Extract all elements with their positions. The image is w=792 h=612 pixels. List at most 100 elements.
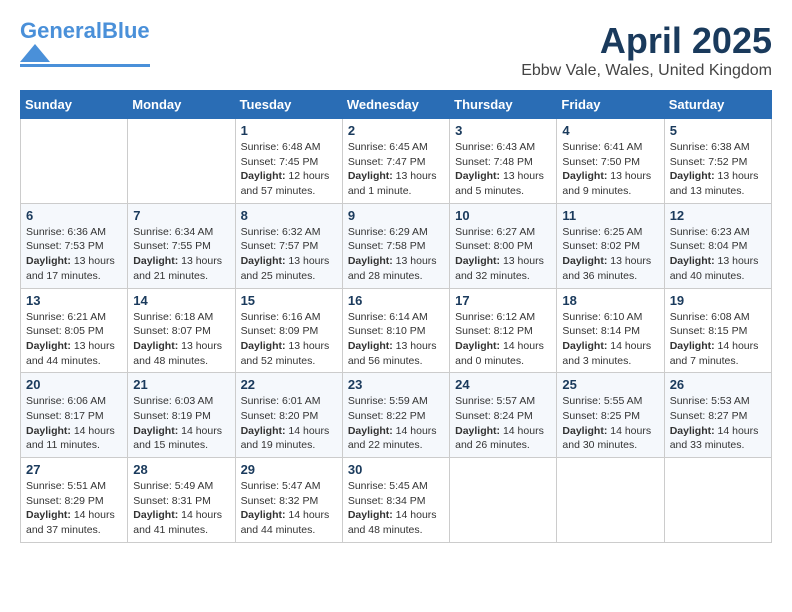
day-number: 9 [348,208,444,223]
calendar-cell: 29 Sunrise: 5:47 AMSunset: 8:32 PMDayligh… [235,458,342,543]
day-number: 25 [562,377,658,392]
day-number: 18 [562,293,658,308]
calendar-cell: 16Sunrise: 6:14 AMSunset: 8:10 PMDayligh… [342,288,449,373]
day-info: Sunrise: 6:45 AMSunset: 7:47 PMDaylight:… [348,140,444,199]
day-number: 29 [241,462,337,477]
calendar-body: 1 Sunrise: 6:48 AMSunset: 7:45 PMDaylight… [21,119,772,543]
day-info: Sunrise: 6:43 AMSunset: 7:48 PMDaylight:… [455,140,551,199]
calendar-table: SundayMondayTuesdayWednesdayThursdayFrid… [20,90,772,543]
day-number: 3 [455,123,551,138]
calendar-cell: 24 Sunrise: 5:57 AMSunset: 8:24 PMDayligh… [450,373,557,458]
day-info: Sunrise: 6:08 AMSunset: 8:15 PMDaylight:… [670,310,766,369]
weekday-header-friday: Friday [557,91,664,119]
day-info: Sunrise: 6:16 AMSunset: 8:09 PMDaylight:… [241,310,337,369]
day-info: Sunrise: 6:06 AMSunset: 8:17 PMDaylight:… [26,394,122,453]
day-info: Sunrise: 6:36 AMSunset: 7:53 PMDaylight:… [26,225,122,284]
calendar-cell: 13 Sunrise: 6:21 AMSunset: 8:05 PMDayligh… [21,288,128,373]
day-number: 22 [241,377,337,392]
calendar-cell: 5 Sunrise: 6:38 AMSunset: 7:52 PMDaylight… [664,119,771,204]
calendar-cell: 23Sunrise: 5:59 AMSunset: 8:22 PMDayligh… [342,373,449,458]
day-info: Sunrise: 5:55 AMSunset: 8:25 PMDaylight:… [562,394,658,453]
logo-text: GeneralBlue [20,20,150,42]
week-row-2: 6Sunrise: 6:36 AMSunset: 7:53 PMDaylight… [21,203,772,288]
day-info: Sunrise: 5:57 AMSunset: 8:24 PMDaylight:… [455,394,551,453]
day-number: 17 [455,293,551,308]
page-header: GeneralBlue April 2025 Ebbw Vale, Wales,… [20,20,772,80]
day-number: 19 [670,293,766,308]
day-info: Sunrise: 5:51 AMSunset: 8:29 PMDaylight:… [26,479,122,538]
day-info: Sunrise: 6:23 AMSunset: 8:04 PMDaylight:… [670,225,766,284]
day-number: 30 [348,462,444,477]
day-info: Sunrise: 5:45 AMSunset: 8:34 PMDaylight:… [348,479,444,538]
calendar-cell: 3 Sunrise: 6:43 AMSunset: 7:48 PMDaylight… [450,119,557,204]
week-row-3: 13 Sunrise: 6:21 AMSunset: 8:05 PMDayligh… [21,288,772,373]
title-block: April 2025 Ebbw Vale, Wales, United King… [521,20,772,80]
day-info: Sunrise: 6:12 AMSunset: 8:12 PMDaylight:… [455,310,551,369]
day-number: 8 [241,208,337,223]
calendar-cell: 27 Sunrise: 5:51 AMSunset: 8:29 PMDayligh… [21,458,128,543]
calendar-cell: 15Sunrise: 6:16 AMSunset: 8:09 PMDayligh… [235,288,342,373]
day-number: 1 [241,123,337,138]
logo-blue: Blue [102,18,150,43]
calendar-cell: 4 Sunrise: 6:41 AMSunset: 7:50 PMDaylight… [557,119,664,204]
day-info: Sunrise: 6:01 AMSunset: 8:20 PMDaylight:… [241,394,337,453]
calendar-cell: 30 Sunrise: 5:45 AMSunset: 8:34 PMDayligh… [342,458,449,543]
day-number: 20 [26,377,122,392]
day-info: Sunrise: 6:10 AMSunset: 8:14 PMDaylight:… [562,310,658,369]
day-info: Sunrise: 6:03 AMSunset: 8:19 PMDaylight:… [133,394,229,453]
calendar-cell: 7Sunrise: 6:34 AMSunset: 7:55 PMDaylight… [128,203,235,288]
week-row-1: 1 Sunrise: 6:48 AMSunset: 7:45 PMDaylight… [21,119,772,204]
day-number: 28 [133,462,229,477]
calendar-header: SundayMondayTuesdayWednesdayThursdayFrid… [21,91,772,119]
calendar-cell: 6Sunrise: 6:36 AMSunset: 7:53 PMDaylight… [21,203,128,288]
calendar-cell [128,119,235,204]
day-number: 24 [455,377,551,392]
logo-icon [20,44,50,62]
calendar-cell: 19 Sunrise: 6:08 AMSunset: 8:15 PMDayligh… [664,288,771,373]
weekday-header-saturday: Saturday [664,91,771,119]
day-number: 7 [133,208,229,223]
calendar-cell: 28Sunrise: 5:49 AMSunset: 8:31 PMDayligh… [128,458,235,543]
calendar-cell: 1 Sunrise: 6:48 AMSunset: 7:45 PMDaylight… [235,119,342,204]
day-number: 12 [670,208,766,223]
calendar-cell [664,458,771,543]
day-number: 16 [348,293,444,308]
calendar-cell [21,119,128,204]
day-info: Sunrise: 6:21 AMSunset: 8:05 PMDaylight:… [26,310,122,369]
day-info: Sunrise: 5:53 AMSunset: 8:27 PMDaylight:… [670,394,766,453]
day-number: 5 [670,123,766,138]
day-info: Sunrise: 6:27 AMSunset: 8:00 PMDaylight:… [455,225,551,284]
day-info: Sunrise: 5:59 AMSunset: 8:22 PMDaylight:… [348,394,444,453]
day-info: Sunrise: 6:48 AMSunset: 7:45 PMDaylight:… [241,140,337,199]
calendar-cell: 17 Sunrise: 6:12 AMSunset: 8:12 PMDayligh… [450,288,557,373]
weekday-header-monday: Monday [128,91,235,119]
day-number: 2 [348,123,444,138]
day-info: Sunrise: 5:47 AMSunset: 8:32 PMDaylight:… [241,479,337,538]
weekday-header-wednesday: Wednesday [342,91,449,119]
day-number: 21 [133,377,229,392]
calendar-cell: 25 Sunrise: 5:55 AMSunset: 8:25 PMDayligh… [557,373,664,458]
calendar-subtitle: Ebbw Vale, Wales, United Kingdom [521,62,772,80]
weekday-header-thursday: Thursday [450,91,557,119]
logo: GeneralBlue [20,20,150,67]
day-info: Sunrise: 6:29 AMSunset: 7:58 PMDaylight:… [348,225,444,284]
calendar-cell: 20 Sunrise: 6:06 AMSunset: 8:17 PMDayligh… [21,373,128,458]
day-number: 13 [26,293,122,308]
weekday-header-row: SundayMondayTuesdayWednesdayThursdayFrid… [21,91,772,119]
week-row-5: 27 Sunrise: 5:51 AMSunset: 8:29 PMDayligh… [21,458,772,543]
day-number: 27 [26,462,122,477]
day-number: 4 [562,123,658,138]
day-info: Sunrise: 6:38 AMSunset: 7:52 PMDaylight:… [670,140,766,199]
calendar-cell [450,458,557,543]
calendar-cell: 22 Sunrise: 6:01 AMSunset: 8:20 PMDayligh… [235,373,342,458]
day-info: Sunrise: 6:25 AMSunset: 8:02 PMDaylight:… [562,225,658,284]
logo-divider [20,64,150,67]
day-info: Sunrise: 6:18 AMSunset: 8:07 PMDaylight:… [133,310,229,369]
weekday-header-sunday: Sunday [21,91,128,119]
calendar-cell: 26 Sunrise: 5:53 AMSunset: 8:27 PMDayligh… [664,373,771,458]
calendar-cell: 2 Sunrise: 6:45 AMSunset: 7:47 PMDaylight… [342,119,449,204]
day-number: 11 [562,208,658,223]
day-info: Sunrise: 6:41 AMSunset: 7:50 PMDaylight:… [562,140,658,199]
calendar-cell: 10Sunrise: 6:27 AMSunset: 8:00 PMDayligh… [450,203,557,288]
day-number: 26 [670,377,766,392]
